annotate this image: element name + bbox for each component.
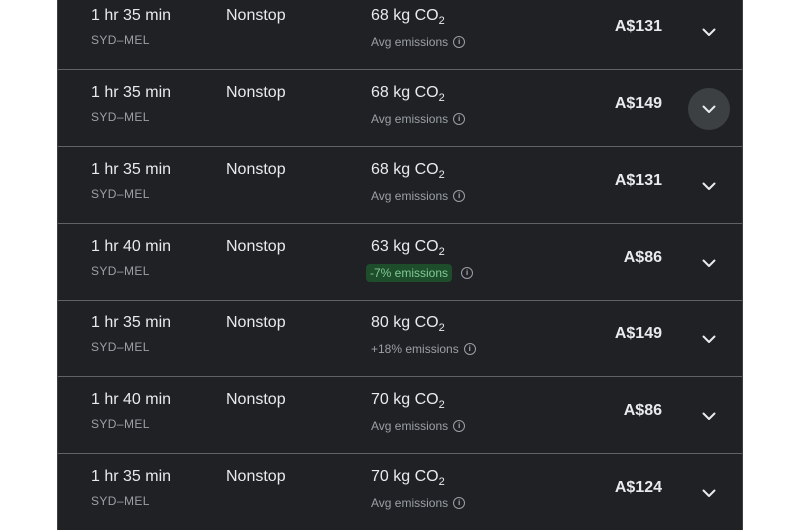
expand-button[interactable]	[688, 165, 730, 207]
chevron-down-icon	[702, 412, 716, 420]
emissions-info: Avg emissions i	[371, 416, 466, 436]
flight-price: A$149	[614, 95, 662, 112]
flight-route: SYD–MEL	[91, 110, 150, 124]
chevron-down-icon	[702, 335, 716, 343]
co2-subscript: 2	[438, 169, 445, 181]
flight-stops: Nonstop	[226, 314, 286, 331]
flight-duration: 1 hr 35 min	[91, 468, 172, 485]
co2-amount: 63 kg CO2	[371, 238, 445, 258]
expand-button[interactable]	[688, 395, 730, 437]
flight-duration: 1 hr 35 min	[91, 84, 172, 101]
expand-button[interactable]	[688, 472, 730, 514]
co2-subscript: 2	[438, 246, 445, 258]
flight-price: A$86	[623, 249, 662, 266]
co2-amount: 68 kg CO2	[371, 161, 445, 181]
flight-price: A$149	[614, 325, 662, 342]
emissions-info: Avg emissions i	[371, 186, 466, 206]
emissions-label: Avg emissions	[371, 496, 449, 510]
flight-price: A$131	[614, 172, 662, 189]
flight-duration: 1 hr 35 min	[91, 161, 172, 178]
co2-value: 68 kg CO	[371, 161, 439, 178]
flight-duration: 1 hr 40 min	[91, 238, 172, 255]
emissions-label: Avg emissions	[371, 112, 449, 126]
co2-value: 68 kg CO	[371, 7, 439, 24]
emissions-info: Avg emissions i	[371, 32, 466, 52]
flight-duration: 1 hr 40 min	[91, 391, 172, 408]
emissions-info: -7% emissions i	[366, 263, 474, 283]
flight-route: SYD–MEL	[91, 417, 150, 431]
flight-stops: Nonstop	[226, 391, 286, 408]
emissions-info: Avg emissions i	[371, 493, 466, 513]
flight-price: A$124	[614, 479, 662, 496]
chevron-down-icon	[702, 28, 716, 36]
info-icon[interactable]: i	[461, 267, 474, 279]
co2-subscript: 2	[438, 399, 445, 411]
flight-result-row[interactable]: 1 hr 35 min SYD–MEL Nonstop 68 kg CO2 Avg em…	[58, 0, 742, 70]
info-icon[interactable]: i	[463, 343, 476, 355]
emissions-info: +18% emissions i	[371, 339, 476, 359]
flight-result-row[interactable]: 1 hr 40 min SYD–MEL Nonstop 70 kg CO2 Avg em…	[58, 378, 742, 454]
expand-button[interactable]	[688, 318, 730, 360]
info-icon[interactable]: i	[453, 36, 466, 48]
flight-stops: Nonstop	[226, 468, 286, 485]
expand-button[interactable]	[688, 11, 730, 53]
co2-subscript: 2	[438, 476, 445, 488]
flight-result-row[interactable]: 1 hr 35 min SYD–MEL Nonstop 68 kg CO2 Avg em…	[58, 148, 742, 224]
info-icon[interactable]: i	[453, 497, 466, 509]
flight-route: SYD–MEL	[91, 264, 150, 278]
flight-route: SYD–MEL	[91, 494, 150, 508]
emissions-label: Avg emissions	[371, 35, 449, 49]
flight-route: SYD–MEL	[91, 187, 150, 201]
chevron-down-icon	[702, 259, 716, 267]
flight-duration: 1 hr 35 min	[91, 314, 172, 331]
flight-result-row[interactable]: 1 hr 35 min SYD–MEL Nonstop 80 kg CO2 +18% e…	[58, 301, 742, 377]
emissions-badge: -7% emissions	[366, 264, 453, 282]
flight-stops: Nonstop	[226, 161, 286, 178]
info-icon[interactable]: i	[453, 113, 466, 125]
co2-amount: 70 kg CO2	[371, 391, 445, 411]
info-icon[interactable]: i	[453, 190, 466, 202]
flight-results-list: 1 hr 35 min SYD–MEL Nonstop 68 kg CO2 Avg em…	[57, 0, 743, 530]
co2-subscript: 2	[438, 92, 445, 104]
expand-button[interactable]	[688, 88, 730, 130]
co2-value: 68 kg CO	[371, 84, 439, 101]
flight-route: SYD–MEL	[91, 33, 150, 47]
flight-price: A$131	[614, 18, 662, 35]
co2-value: 70 kg CO	[371, 468, 439, 485]
co2-subscript: 2	[438, 322, 445, 334]
chevron-down-icon	[702, 489, 716, 497]
co2-amount: 68 kg CO2	[371, 7, 445, 27]
co2-amount: 70 kg CO2	[371, 468, 445, 488]
chevron-down-icon	[702, 105, 716, 113]
flight-route: SYD–MEL	[91, 340, 150, 354]
emissions-label: Avg emissions	[371, 189, 449, 203]
flight-result-row[interactable]: 1 hr 35 min SYD–MEL Nonstop 68 kg CO2 Avg em…	[58, 71, 742, 147]
flight-duration: 1 hr 35 min	[91, 7, 172, 24]
flight-stops: Nonstop	[226, 84, 286, 101]
co2-value: 70 kg CO	[371, 391, 439, 408]
co2-amount: 68 kg CO2	[371, 84, 445, 104]
emissions-info: Avg emissions i	[371, 109, 466, 129]
co2-value: 63 kg CO	[371, 238, 439, 255]
chevron-down-icon	[702, 182, 716, 190]
emissions-label: +18% emissions	[371, 342, 459, 356]
co2-amount: 80 kg CO2	[371, 314, 445, 334]
flight-stops: Nonstop	[226, 7, 286, 24]
flight-result-row[interactable]: 1 hr 40 min SYD–MEL Nonstop 63 kg CO2 -7% em…	[58, 225, 742, 301]
info-icon[interactable]: i	[453, 420, 466, 432]
co2-value: 80 kg CO	[371, 314, 439, 331]
flight-stops: Nonstop	[226, 238, 286, 255]
flight-result-row[interactable]: 1 hr 35 min SYD–MEL Nonstop 70 kg CO2 Avg em…	[58, 455, 742, 530]
expand-button[interactable]	[688, 242, 730, 284]
co2-subscript: 2	[438, 15, 445, 27]
flight-price: A$86	[623, 402, 662, 419]
emissions-label: Avg emissions	[371, 419, 449, 433]
